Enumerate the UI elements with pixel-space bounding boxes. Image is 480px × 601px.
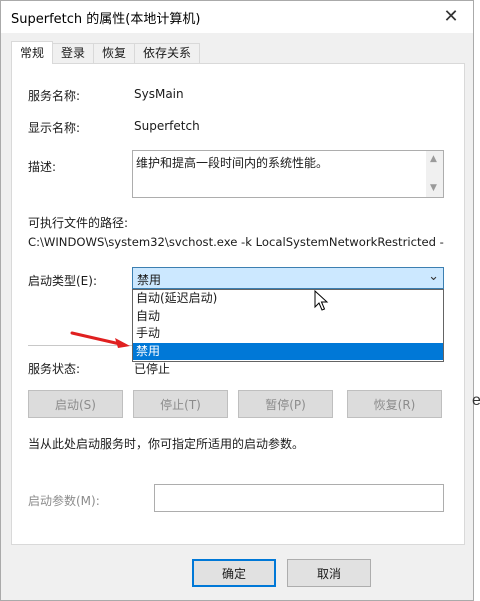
tab-recovery[interactable]: 恢复 <box>93 43 136 63</box>
exe-path-label: 可执行文件的路径: <box>28 216 129 230</box>
stop-button[interactable]: 停止(T) <box>133 390 228 418</box>
tab-general[interactable]: 常规 <box>11 41 54 64</box>
red-arrow-icon <box>70 331 130 348</box>
tab-bar: 常规 登录 恢复 依存关系 <box>11 41 201 64</box>
background-glyph: e <box>472 392 480 409</box>
close-button[interactable]: ✕ <box>429 1 473 31</box>
title-bar: Superfetch 的属性(本地计算机) ✕ <box>1 1 473 33</box>
general-panel: 服务名称: SysMain 显示名称: Superfetch 描述: 维护和提高… <box>11 63 465 545</box>
description-label: 描述: <box>28 160 57 174</box>
start-button[interactable]: 启动(S) <box>28 390 123 418</box>
resume-button[interactable]: 恢复(R) <box>347 390 442 418</box>
service-name-value: SysMain <box>134 87 184 101</box>
display-name-label: 显示名称: <box>28 121 81 135</box>
start-params-hint: 当从此处启动服务时，你可指定所适用的启动参数。 <box>28 437 305 451</box>
option-disabled[interactable]: 禁用 <box>133 342 443 360</box>
window-title: Superfetch 的属性(本地计算机) <box>11 12 201 27</box>
service-status-value: 已停止 <box>134 362 171 376</box>
ok-button[interactable]: 确定 <box>192 559 276 587</box>
option-auto-delayed[interactable]: 自动(延迟启动) <box>133 290 443 308</box>
exe-path-value: C:\WINDOWS\system32\svchost.exe -k Local… <box>28 235 444 249</box>
description-scrollbar[interactable]: ▲ ▼ <box>426 151 443 197</box>
option-manual[interactable]: 手动 <box>133 325 443 343</box>
cancel-button[interactable]: 取消 <box>287 559 371 587</box>
description-box[interactable]: 维护和提高一段时间内的系统性能。 ▲ ▼ <box>132 150 444 198</box>
startup-type-value: 禁用 <box>137 273 162 287</box>
service-status-label: 服务状态: <box>28 362 81 376</box>
background-window <box>474 0 480 601</box>
service-name-label: 服务名称: <box>28 89 81 103</box>
tab-dependencies[interactable]: 依存关系 <box>134 43 201 63</box>
start-params-input[interactable] <box>154 484 444 512</box>
mouse-pointer-icon <box>314 290 329 311</box>
properties-dialog: Superfetch 的属性(本地计算机) ✕ 常规 登录 恢复 依存关系 服务… <box>0 0 474 601</box>
option-auto[interactable]: 自动 <box>133 308 443 326</box>
start-params-label: 启动参数(M): <box>28 494 100 508</box>
scroll-up-icon: ▲ <box>430 154 437 164</box>
startup-type-dropdown: 自动(延迟启动) 自动 手动 禁用 <box>132 289 444 362</box>
chevron-down-icon: ⌄ <box>428 269 439 284</box>
startup-type-label: 启动类型(E): <box>28 274 97 288</box>
display-name-value: Superfetch <box>134 119 200 133</box>
close-icon: ✕ <box>443 5 459 27</box>
description-text: 维护和提高一段时间内的系统性能。 <box>136 156 329 170</box>
pause-button[interactable]: 暂停(P) <box>238 390 333 418</box>
startup-type-select[interactable]: 禁用 ⌄ <box>132 267 444 289</box>
scroll-down-icon: ▼ <box>430 183 437 193</box>
tab-logon[interactable]: 登录 <box>52 43 95 63</box>
